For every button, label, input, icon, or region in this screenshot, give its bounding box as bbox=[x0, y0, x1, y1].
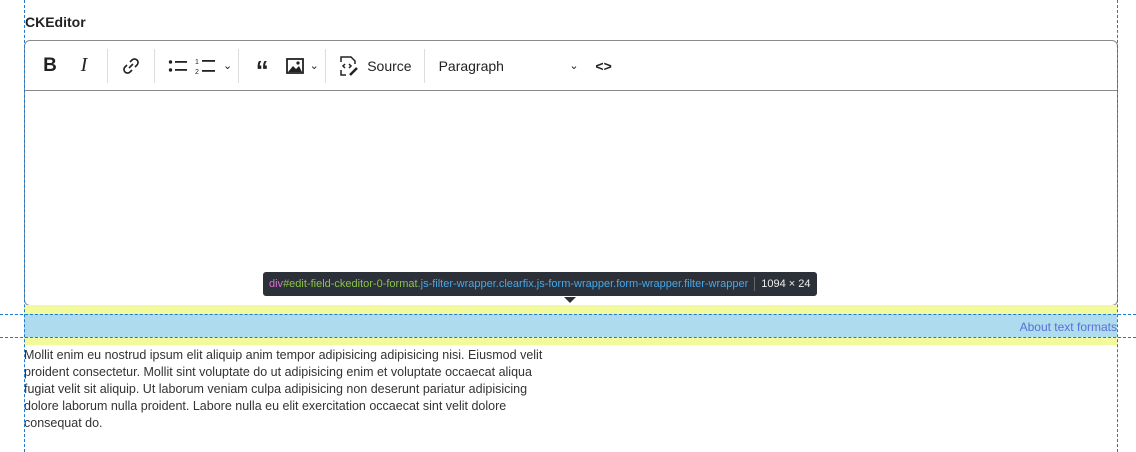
guide-line bbox=[0, 337, 1136, 338]
field-label: CKEditor bbox=[25, 14, 86, 30]
quote-icon: “ bbox=[255, 55, 269, 85]
toolbar-separator bbox=[154, 48, 155, 83]
heading-value: Paragraph bbox=[438, 57, 504, 74]
guide-line bbox=[1117, 0, 1118, 452]
bulleted-list-icon bbox=[168, 59, 187, 72]
tooltip-dimensions: 1094 × 24 bbox=[761, 278, 811, 290]
svg-text:2: 2 bbox=[195, 69, 199, 75]
chevron-down-icon[interactable]: ⌄ bbox=[310, 59, 319, 72]
guide-line bbox=[24, 0, 25, 452]
tooltip-id: #edit-field-ckeditor-0-format bbox=[283, 278, 418, 290]
about-text-formats-link[interactable]: About text formats bbox=[1020, 320, 1117, 334]
image-button[interactable]: ⌄ bbox=[285, 49, 319, 83]
chevron-down-icon[interactable]: ⌄ bbox=[223, 59, 232, 72]
filter-wrapper-highlight bbox=[24, 314, 1117, 337]
bold-button[interactable]: B bbox=[33, 49, 67, 83]
numbered-list-button[interactable]: 1 2 ⌄ bbox=[195, 49, 232, 83]
ckeditor: B I 1 2 ⌄ “ ⌄ Source Paragraph ⌄ <> bbox=[24, 40, 1118, 306]
editor-toolbar: B I 1 2 ⌄ “ ⌄ Source Paragraph ⌄ <> bbox=[25, 41, 1117, 91]
toolbar-separator bbox=[238, 48, 240, 83]
toolbar-separator bbox=[423, 48, 425, 83]
source-icon bbox=[340, 55, 359, 76]
guide-line bbox=[0, 314, 1136, 315]
image-icon bbox=[285, 57, 304, 74]
tooltip-tag: div bbox=[269, 278, 284, 290]
link-icon bbox=[123, 57, 139, 74]
tooltip-classes: .js-filter-wrapper.clearfix.js-form-wrap… bbox=[417, 278, 749, 290]
link-button[interactable] bbox=[114, 49, 148, 83]
toolbar-separator bbox=[325, 48, 327, 83]
toolbar-separator bbox=[107, 48, 108, 83]
heading-dropdown[interactable]: Paragraph ⌄ bbox=[431, 49, 587, 83]
numbered-list-icon: 12 bbox=[195, 59, 215, 75]
chevron-down-icon: ⌄ bbox=[569, 60, 579, 72]
source-button[interactable]: Source bbox=[332, 49, 417, 83]
code-block-button[interactable]: <> bbox=[587, 49, 621, 83]
inspector-tooltip: div #edit-field-ckeditor-0-format .js-filt… bbox=[263, 272, 817, 303]
tooltip-divider bbox=[754, 277, 756, 291]
source-label: Source bbox=[367, 57, 412, 74]
bulleted-list-button[interactable] bbox=[161, 49, 195, 83]
svg-text:1: 1 bbox=[195, 59, 199, 66]
blockquote-button[interactable]: “ bbox=[245, 44, 279, 88]
italic-button[interactable]: I bbox=[67, 49, 101, 83]
field-description: Mollit enim eu nostrud ipsum elit aliqui… bbox=[24, 348, 543, 430]
